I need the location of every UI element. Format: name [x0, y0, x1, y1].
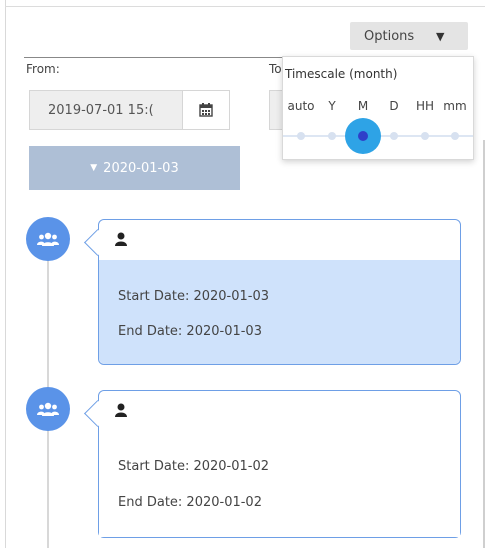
- group-header-label: 2020-01-03: [103, 160, 179, 176]
- panel-scrollbar[interactable]: [483, 140, 485, 548]
- calendar-icon: [199, 103, 213, 117]
- slider-step[interactable]: [328, 132, 336, 140]
- timeline-axis: [47, 220, 49, 548]
- to-label: To: [269, 62, 282, 76]
- from-date-input[interactable]: 2019-07-01 15:(: [29, 90, 182, 130]
- slider-step[interactable]: [451, 132, 459, 140]
- end-date: End Date: 2020-01-02: [118, 495, 262, 510]
- scale-option-minute[interactable]: mm: [443, 99, 466, 113]
- scale-option-month[interactable]: M: [358, 99, 368, 113]
- slider-knob-center: [358, 131, 368, 141]
- start-date: Start Date: 2020-01-02: [118, 459, 270, 474]
- scale-option-auto[interactable]: auto: [287, 99, 314, 113]
- timeline-card-2[interactable]: Start Date: 2020-01-02 End Date: 2020-01…: [84, 390, 461, 538]
- header-divider: [24, 57, 284, 58]
- slider-step[interactable]: [421, 132, 429, 140]
- scale-option-hour[interactable]: HH: [416, 99, 434, 113]
- scale-option-day[interactable]: D: [389, 99, 398, 113]
- slider-step[interactable]: [297, 132, 305, 140]
- caret-down-icon: ▼: [90, 163, 98, 173]
- user-icon: [115, 403, 127, 417]
- timescale-slider-knob[interactable]: [345, 118, 381, 154]
- timeline-card-1[interactable]: Start Date: 2020-01-03 End Date: 2020-01…: [84, 219, 461, 365]
- card-body: Start Date: 2020-01-02 End Date: 2020-01…: [99, 431, 460, 537]
- options-button[interactable]: Options ▼: [350, 22, 468, 50]
- timeline-group-header[interactable]: ▼ 2020-01-03: [29, 146, 240, 190]
- timescale-popup: Timescale (month) auto Y M D HH mm: [282, 56, 474, 160]
- users-icon: [26, 387, 70, 431]
- from-label: From:: [26, 62, 60, 76]
- card-body: Start Date: 2020-01-03 End Date: 2020-01…: [99, 260, 460, 364]
- calendar-button[interactable]: [182, 90, 230, 130]
- card-header: [99, 220, 460, 260]
- panel-left-border: [5, 0, 6, 548]
- caret-down-icon: ▼: [436, 30, 445, 43]
- options-label: Options: [364, 28, 415, 44]
- end-date: End Date: 2020-01-03: [118, 324, 262, 339]
- timescale-title: Timescale (month): [285, 67, 398, 81]
- slider-step[interactable]: [390, 132, 398, 140]
- panel-top-border: [5, 6, 485, 7]
- card-header: [99, 391, 460, 431]
- user-icon: [115, 232, 127, 246]
- users-icon: [26, 217, 70, 261]
- start-date: Start Date: 2020-01-03: [118, 289, 270, 304]
- timescale-options: auto Y M D HH mm: [283, 99, 473, 115]
- scale-option-year[interactable]: Y: [328, 99, 335, 113]
